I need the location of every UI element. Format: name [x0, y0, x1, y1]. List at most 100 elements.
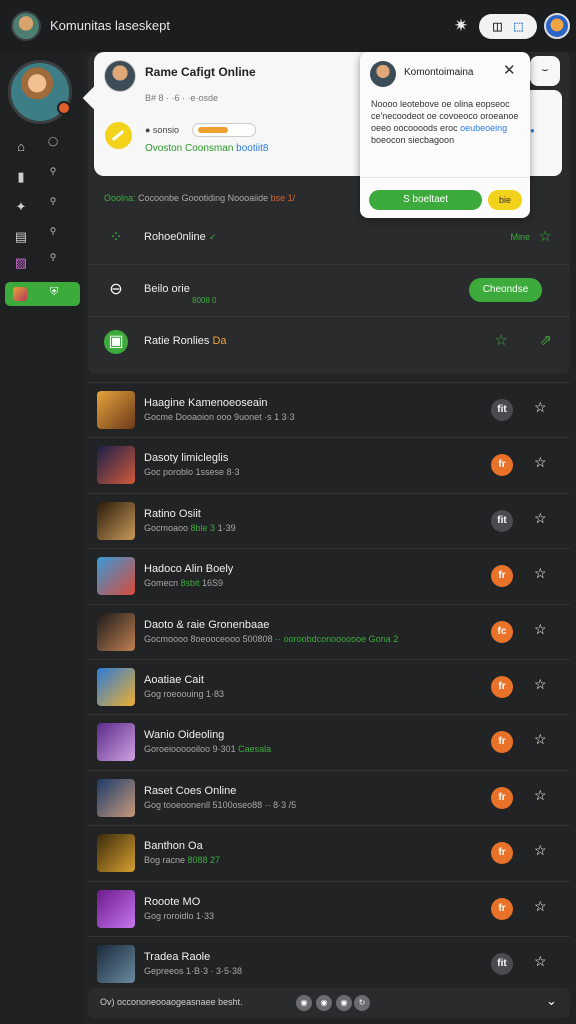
star-icon[interactable]: ☆ [539, 227, 552, 245]
game-action-button[interactable]: fr [491, 731, 513, 754]
close-icon[interactable]: ✕ [503, 61, 516, 79]
game-thumbnail[interactable] [97, 834, 135, 873]
popover-body-text-end: boeocon siecbagoon [371, 135, 455, 145]
user-avatar-small[interactable] [11, 11, 41, 41]
app-icon: ▣ [104, 330, 128, 354]
star-icon[interactable]: ☆ [534, 842, 547, 859]
profile-icon[interactable] [544, 13, 570, 39]
game-thumbnail[interactable] [97, 446, 135, 485]
game-action-button[interactable]: fit [491, 509, 513, 532]
game-row[interactable]: Dasoty limicleglis Goc poroblo 1ssese 8·… [88, 437, 570, 492]
join-icon[interactable] [105, 122, 132, 149]
sidebar-item-community-active[interactable]: ⛨ [5, 282, 80, 306]
sidebar-item-messages[interactable]: ▤ ⚲ [0, 224, 84, 250]
game-row[interactable]: Wanio Oideoling Goroeioooooiloo 9·301 Ca… [88, 714, 570, 769]
star-icon[interactable]: ☆ [534, 510, 547, 527]
toggle-icon[interactable]: ◉ [316, 995, 332, 1011]
library-icon: ▮ [17, 169, 25, 184]
friend-row-title: Ratie Ronlies [144, 335, 210, 347]
popover-secondary-button[interactable]: bie [488, 190, 522, 210]
gear-icon[interactable]: ✷ [451, 16, 471, 36]
refresh-icon[interactable]: ↻ [354, 995, 370, 1011]
game-action-button[interactable]: fr [491, 842, 513, 865]
game-thumbnail[interactable] [97, 889, 135, 928]
star-icon[interactable]: ☆ [534, 399, 547, 416]
star-icon[interactable]: ☆ [534, 565, 547, 582]
popover-body-link[interactable]: oeubeoeing [460, 123, 507, 133]
star-icon[interactable]: ☆ [534, 787, 547, 804]
game-thumbnail[interactable] [97, 668, 135, 706]
star-icon[interactable]: ☆ [534, 731, 547, 748]
star-icon[interactable]: ☆ [534, 454, 547, 471]
star-icon[interactable]: ☆ [534, 676, 547, 693]
profile-avatar[interactable] [8, 60, 72, 124]
sidebar-item-games[interactable]: ▨ ⚲ [0, 250, 84, 276]
game-thumbnail[interactable] [97, 778, 135, 817]
game-meta-extra: 16S9 [199, 578, 224, 589]
view-toggle-pill[interactable]: ◫ ⬚ [479, 14, 537, 39]
game-action-button[interactable]: fr [491, 676, 513, 698]
game-row[interactable]: Haagine Kamenoeoseain Gocme Dooaoion ooo… [88, 382, 570, 437]
toggle-icon[interactable]: ◉ [336, 995, 352, 1011]
game-action-button[interactable]: fr [491, 565, 513, 588]
friend-row-title-wrap: Ratie Ronlies Da [144, 335, 227, 347]
popover-primary-button[interactable]: S boeltaet [369, 190, 482, 210]
row-divider [88, 492, 570, 494]
game-meta-extra: 1·39 [215, 522, 236, 533]
game-meta: Gog roroidlo 1·33 [144, 911, 214, 921]
game-row[interactable]: Hadoco Alin Boely Gomecn 8sbit 16S9 fr ☆ [88, 548, 570, 603]
smile-icon[interactable]: ⌣ [530, 56, 560, 86]
row-divider [88, 659, 570, 660]
game-row[interactable]: Raset Coes Online Gog tooeoonenll 5100os… [88, 769, 570, 825]
card-chip[interactable] [192, 123, 256, 137]
list-view-icon[interactable]: ⬚ [513, 20, 523, 33]
game-meta-text: Gocmoooo 8oeooceooo 500808 [144, 633, 273, 644]
game-action-button[interactable]: fr [491, 454, 513, 477]
friend-row[interactable]: ⁘ Rohoe0nline ✓ Mine ☆ [88, 212, 570, 264]
game-thumbnail[interactable] [97, 612, 135, 651]
sidebar-item-label: ⚲ [49, 166, 57, 176]
friend-row-status: Mine [510, 232, 530, 242]
sidebar: ⌂ ◯ ▮ ⚲ ✦ ⚲ ▤ ⚲ ▨ ⚲ ⛨ [0, 52, 84, 1024]
game-row[interactable]: Banthon Oa Bog racne 8088 27 fr ☆ [88, 825, 570, 880]
game-action-button[interactable]: fit [491, 953, 513, 975]
game-action-button[interactable]: fit [491, 399, 513, 421]
card-status-link[interactable]: bootiit8 [236, 143, 268, 154]
game-thumbnail[interactable] [97, 723, 135, 762]
sidebar-item-home[interactable]: ⌂ ◯ [0, 134, 84, 160]
status-badge [57, 101, 71, 115]
game-thumbnail[interactable] [97, 391, 135, 429]
friend-row[interactable]: ⊖ Beilo orie 8008 0 Cheondse [88, 264, 570, 316]
game-row[interactable]: Rooote MO Gog roroidlo 1·33 fr ☆ [88, 880, 570, 936]
sidebar-item-social[interactable]: ✦ ⚲ [0, 194, 84, 220]
star-icon[interactable]: ☆ [534, 621, 547, 638]
popover-divider [360, 177, 530, 178]
join-button[interactable]: Cheondse [469, 278, 542, 302]
game-meta: Gocmoaoo 8ble 3 1·39 [144, 523, 236, 533]
friend-row[interactable]: ▣ Ratie Ronlies Da ☆ ⇗ [88, 316, 570, 368]
game-row[interactable]: Aoatiae Cait Gog roeoouing 1·83 fr ☆ [88, 659, 570, 714]
toggle-icon[interactable]: ◉ [296, 995, 312, 1011]
game-action-button[interactable]: fc [491, 620, 513, 643]
sidebar-item-library[interactable]: ▮ ⚲ [0, 164, 84, 190]
friend-row-title-wrap: Rohoe0nline ✓ [144, 231, 216, 243]
status-detail: Cocoonbe Goootiding Noooaiide [135, 193, 269, 203]
game-row[interactable]: Daoto & raie Gronenbaae Gocmoooo 8oeooce… [88, 603, 570, 659]
star-icon[interactable]: ☆ [534, 953, 547, 970]
friend-row-title: Rohoe0nline [144, 231, 206, 243]
game-action-button[interactable]: fr [491, 786, 513, 809]
share-icon[interactable]: ⇗ [539, 331, 552, 349]
game-row[interactable]: Tradea Raole Gepreeos 1·B·3 · 3·5·38 fit… [88, 936, 570, 991]
game-action-button[interactable]: fr [491, 897, 513, 920]
game-row[interactable]: Ratino Osiit Gocmoaoo 8ble 3 1·39 fit ☆ [88, 492, 570, 548]
game-name: Daoto & raie Gronenbaae [144, 618, 270, 631]
star-icon[interactable]: ☆ [495, 331, 508, 349]
game-thumbnail[interactable] [97, 501, 135, 540]
game-meta: Gog roeoouing 1·83 [144, 689, 224, 699]
game-thumbnail[interactable] [97, 557, 135, 596]
row-divider [88, 316, 570, 317]
star-icon[interactable]: ☆ [534, 898, 547, 915]
grid-view-icon[interactable]: ◫ [492, 20, 502, 33]
chevron-down-icon[interactable]: ⌄ [546, 993, 557, 1009]
game-thumbnail[interactable] [97, 945, 135, 983]
